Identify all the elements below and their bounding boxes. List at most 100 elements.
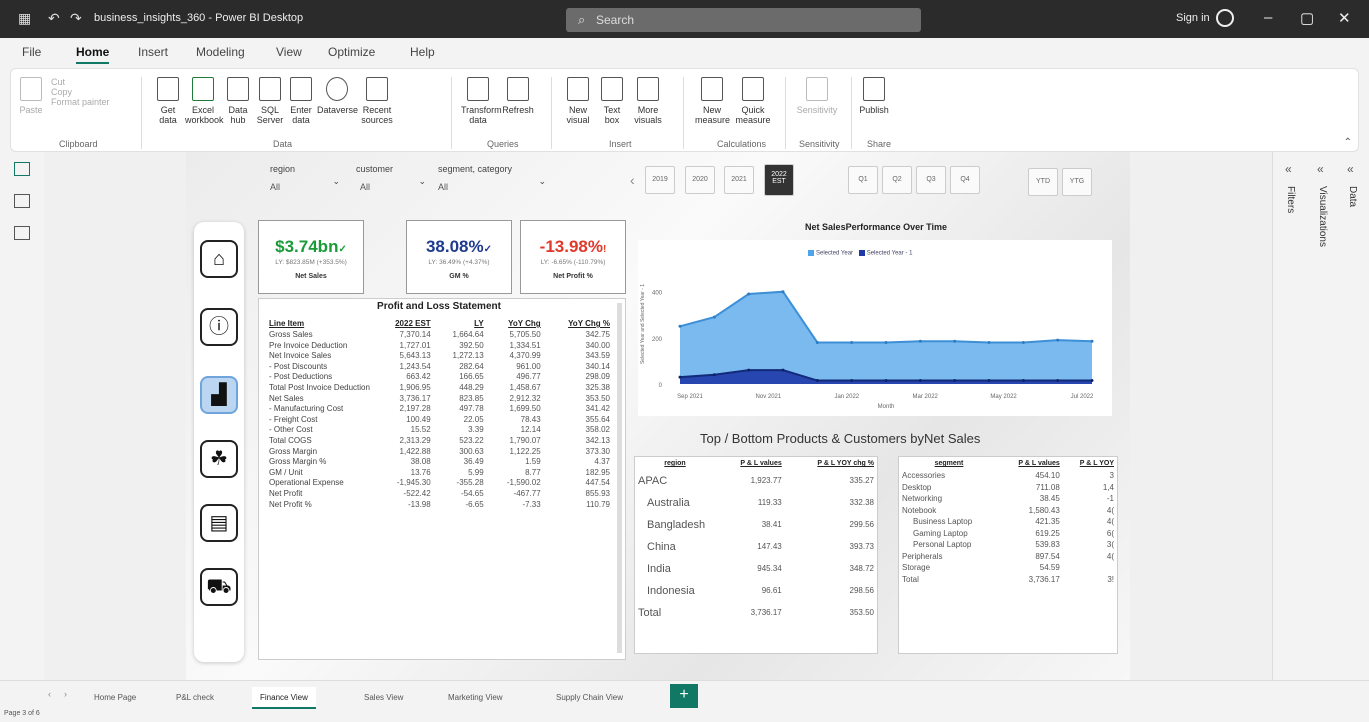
quarter-button[interactable]: Q3 [916,166,946,194]
tab-finance-view[interactable]: Finance View [252,687,316,709]
pl-row[interactable]: Net Invoice Sales 5,643.13 1,272.13 4,370.9… [267,351,612,362]
year-button-selected[interactable]: 2022 EST [764,164,794,196]
tab-sales-view[interactable]: Sales View [356,687,411,709]
pl-row[interactable]: Total Post Invoice Deduction 1,906.95 448.… [267,383,612,394]
add-page-button[interactable]: + [670,684,698,708]
text-box-button[interactable]: Text box [597,77,627,125]
menu-insert[interactable]: Insert [138,45,168,59]
close-icon[interactable]: ✕ [1338,9,1351,27]
home-icon[interactable]: ⌂ [200,240,238,278]
format-painter-button[interactable]: Format painter [51,97,111,107]
model-view-icon[interactable] [14,226,30,240]
recent-sources-button[interactable]: Recent sources [359,77,395,125]
segment-header[interactable]: P & L values [999,457,1063,470]
excel-button[interactable]: Excel workbook [185,77,224,125]
visualizations-pane[interactable]: Visualizations [1317,186,1328,247]
region-row[interactable]: China 147.43 393.73 [635,536,877,558]
pl-row[interactable]: Net Profit % -13.98 -6.65 -7.33 110.79 [267,500,612,511]
get-data-button[interactable]: Get data [153,77,183,125]
menu-home[interactable]: Home [76,45,110,64]
menu-optimize[interactable]: Optimize [328,45,375,59]
quarter-button[interactable]: Q1 [848,166,878,194]
slicer-customer[interactable]: customer All ⌄ [356,164,426,192]
region-row[interactable]: Indonesia 96.61 298.56 [635,580,877,602]
quick-measure-button[interactable]: Quick measure [733,77,773,125]
pl-row[interactable]: - Post Deductions 663.42 166.65 496.77 298.0… [267,372,612,383]
pl-row[interactable]: Gross Margin % 38.08 36.49 1.59 4.37 [267,457,612,468]
tab-marketing-view[interactable]: Marketing View [440,687,511,709]
enter-data-button[interactable]: Enter data [287,77,315,125]
pl-row[interactable]: GM / Unit 13.76 5.99 8.77 182.95 [267,468,612,479]
slicer-region[interactable]: region All ⌄ [270,164,340,192]
pl-row[interactable]: Pre Invoice Deduction 1,727.01 392.50 1,334… [267,341,612,352]
segment-header[interactable]: segment [899,457,999,470]
ytg-button[interactable]: YTG [1062,168,1092,196]
collapse-ribbon-icon[interactable]: ⌃ [1344,137,1352,148]
pl-header[interactable]: YoY Chg [486,317,543,330]
pl-header[interactable]: LY [433,317,486,330]
pl-row[interactable]: Net Sales 3,736.17 823.85 2,912.32 353.50 [267,394,612,405]
tab-supply-chain-view[interactable]: Supply Chain View [548,687,631,709]
region-header[interactable]: region [635,457,715,470]
segment-row[interactable]: Notebook 1,580.43 4( [899,505,1117,517]
net-sales-chart[interactable]: Net SalesPerformance Over Time Selected … [634,212,1118,422]
segment-header[interactable]: P & L YOY [1063,457,1117,470]
transform-data-button[interactable]: Transform data [461,77,502,125]
copy-button[interactable]: Copy [51,87,111,97]
avatar[interactable] [1216,9,1234,27]
supply-chain-icon[interactable]: ⛟ [200,568,238,606]
pl-row[interactable]: Gross Margin 1,422.88 300.63 1,122.25 373.30 [267,447,612,458]
scrollbar[interactable] [617,303,622,653]
finance-chart-icon[interactable]: ▟ [200,376,238,414]
search-box[interactable]: ⌕ Search [566,8,921,32]
segment-row[interactable]: Total 3,736.17 3! [899,574,1117,586]
ytd-button[interactable]: YTD [1028,168,1058,196]
chevron-left-icon[interactable]: ‹ [630,172,635,188]
chevron-left-icon[interactable]: ‹ [48,689,51,699]
filters-pane[interactable]: Filters [1285,186,1296,213]
refresh-button[interactable]: Refresh [501,77,535,115]
redo-icon[interactable]: ↷ [70,10,82,27]
chevron-left-icon[interactable]: « [1347,162,1354,176]
segment-row[interactable]: Peripherals 897.54 4( [899,551,1117,563]
pl-row[interactable]: Total COGS 2,313.29 523.22 1,790.07 342.13 [267,436,612,447]
maximize-icon[interactable]: ▢ [1300,9,1314,27]
slicer-segment[interactable]: segment, category All ⌄ [438,164,546,192]
minimize-icon[interactable]: – [1264,9,1272,26]
quarter-button[interactable]: Q2 [882,166,912,194]
region-row[interactable]: Bangladesh 38.41 299.56 [635,514,877,536]
quarter-button[interactable]: Q4 [950,166,980,194]
pl-header[interactable]: 2022 EST [373,317,433,330]
new-visual-button[interactable]: New visual [563,77,593,125]
menu-view[interactable]: View [276,45,302,59]
tab-home-page[interactable]: Home Page [86,687,144,709]
region-header[interactable]: P & L values [715,457,785,470]
undo-icon[interactable]: ↶ [48,10,60,27]
tab-pl-check[interactable]: P&L check [168,687,222,709]
paste-button[interactable]: Paste [17,77,45,115]
more-visuals-button[interactable]: More visuals [631,77,665,125]
info-icon[interactable]: ⓘ [200,308,238,346]
sensitivity-button[interactable]: Sensitivity [793,77,841,115]
table-view-icon[interactable] [14,194,30,208]
segment-row[interactable]: Business Laptop 421.35 4( [899,516,1117,528]
sales-icon[interactable]: ☘ [200,440,238,478]
pl-row[interactable]: - Other Cost 15.52 3.39 12.14 358.02 [267,425,612,436]
pl-row[interactable]: Net Profit -522.42 -54.65 -467.77 855.93 [267,489,612,500]
cut-button[interactable]: Cut [51,77,111,87]
region-header[interactable]: P & L YOY chg % [785,457,877,470]
region-row[interactable]: Total 3,736.17 353.50 [635,602,877,624]
pl-row[interactable]: - Post Discounts 1,243.54 282.64 961.00 340.… [267,362,612,373]
publish-button[interactable]: Publish [857,77,891,115]
segment-row[interactable]: Personal Laptop 539.83 3( [899,539,1117,551]
pl-row[interactable]: - Freight Cost 100.49 22.05 78.43 355.64 [267,415,612,426]
signin-link[interactable]: Sign in [1176,12,1210,24]
year-button[interactable]: 2021 [724,166,754,194]
menu-file[interactable]: File [22,45,41,59]
marketing-icon[interactable]: ▤ [200,504,238,542]
pl-row[interactable]: Gross Sales 7,370.14 1,664.64 5,705.50 342.7… [267,330,612,341]
region-row[interactable]: Australia 119.33 332.38 [635,492,877,514]
menu-modeling[interactable]: Modeling [196,45,245,59]
clipboard-small-buttons[interactable]: Cut Copy Format painter [51,77,111,107]
pl-row[interactable]: Operational Expense -1,945.30 -355.28 -1,59… [267,478,612,489]
